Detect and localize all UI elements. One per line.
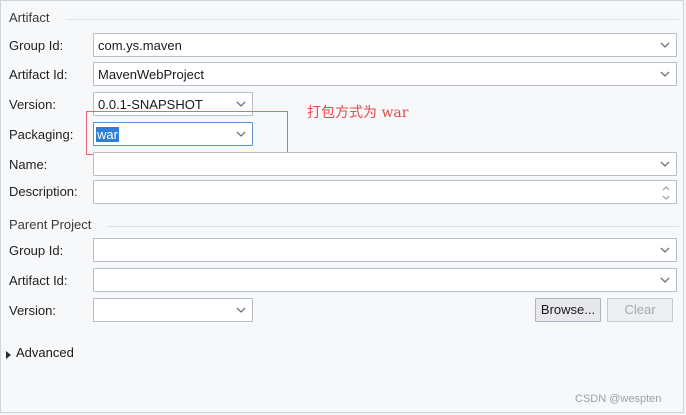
chevron-down-icon[interactable] <box>658 243 672 257</box>
packaging-annotation: 打包方式为 war <box>307 105 409 121</box>
clear-button[interactable]: Clear <box>607 298 673 322</box>
parent-section-divider <box>107 226 679 227</box>
group-id-value: com.ys.maven <box>98 38 182 53</box>
parent-artifact-id-combobox[interactable] <box>93 268 677 292</box>
artifact-id-value: MavenWebProject <box>98 67 204 82</box>
advanced-label: Advanced <box>16 345 74 360</box>
description-label: Description: <box>9 184 78 199</box>
artifact-section-title: Artifact <box>9 10 50 25</box>
packaging-label: Packaging: <box>9 127 74 142</box>
maven-project-form: Artifact Group Id: com.ys.maven Artifact… <box>0 0 684 413</box>
chevron-down-icon[interactable] <box>658 157 672 171</box>
parent-version-combobox[interactable] <box>93 298 253 322</box>
group-id-label: Group Id: <box>9 38 64 53</box>
parent-group-id-label: Group Id: <box>9 243 64 258</box>
artifact-id-label: Artifact Id: <box>9 67 68 82</box>
chevron-down-icon[interactable] <box>658 67 672 81</box>
name-combobox[interactable] <box>93 152 677 176</box>
triangle-right-icon <box>5 348 13 359</box>
watermark-text: CSDN @wespten <box>575 393 662 405</box>
chevron-down-icon[interactable] <box>234 97 248 111</box>
browse-button[interactable]: Browse... <box>535 298 601 322</box>
description-textarea[interactable] <box>93 180 677 204</box>
chevron-down-icon[interactable] <box>658 38 672 52</box>
parent-section-title: Parent Project <box>9 217 92 232</box>
chevron-down-icon[interactable] <box>234 303 248 317</box>
scroll-arrows-icon[interactable] <box>660 183 672 203</box>
packaging-highlight-box <box>86 111 288 155</box>
advanced-toggle[interactable]: Advanced <box>5 345 95 361</box>
parent-group-id-combobox[interactable] <box>93 238 677 262</box>
version-label: Version: <box>9 97 56 112</box>
name-label: Name: <box>9 157 48 172</box>
group-id-combobox[interactable]: com.ys.maven <box>93 33 677 57</box>
parent-artifact-id-label: Artifact Id: <box>9 273 68 288</box>
parent-version-label: Version: <box>9 303 56 318</box>
artifact-id-combobox[interactable]: MavenWebProject <box>93 62 677 86</box>
artifact-section-divider <box>67 19 679 20</box>
chevron-down-icon[interactable] <box>658 273 672 287</box>
